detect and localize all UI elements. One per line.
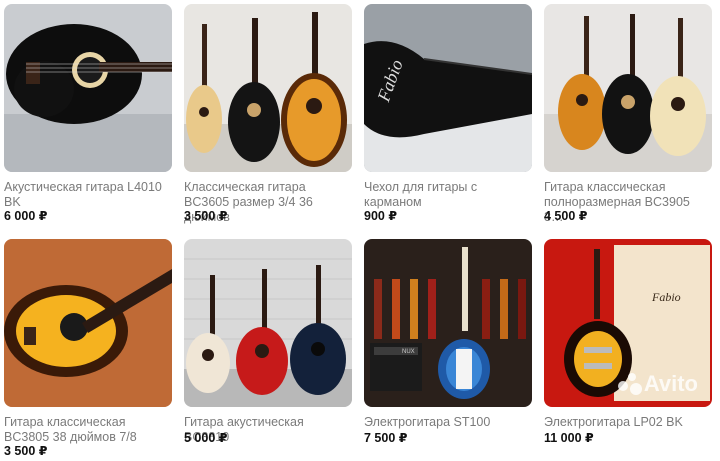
three-classical-guitars-photo (184, 4, 352, 172)
listing-price: 5 000 ₽ (184, 431, 228, 445)
avito-logo-icon (617, 373, 642, 395)
listing-title[interactable]: Акустическая гитара L4010 BK (4, 180, 172, 210)
listing-title[interactable]: Электрогитара LP02 BK (544, 415, 712, 430)
listing-photo[interactable]: Fabio (364, 4, 532, 172)
box-brand-text: Fabio (651, 290, 681, 304)
listing-title[interactable]: Электрогитара ST100 (364, 415, 532, 430)
listing-price: 3 500 ₽ (184, 209, 228, 223)
listing-photo[interactable] (4, 4, 172, 172)
sunburst-classical-guitar-photo (4, 239, 172, 407)
listing-grid: Акустическая гитара L4010 BK 6 000 ₽ Кла… (0, 0, 720, 461)
listing-photo[interactable] (184, 239, 352, 407)
black-acoustic-guitar-photo (4, 4, 172, 172)
listing-price: 900 ₽ (364, 209, 398, 223)
listing-photo[interactable] (544, 4, 712, 172)
guitar-case-photo: Fabio (364, 4, 532, 172)
listing-price: 11 000 ₽ (544, 431, 594, 445)
listing-title[interactable]: Гитара классическая BC3805 38 дюймов 7/8 (4, 415, 172, 445)
listing-photo[interactable]: NUX (364, 239, 532, 407)
amp-brand-text: NUX (402, 349, 415, 355)
listing-title[interactable]: Чехол для гитары с карманом (364, 180, 532, 210)
three-acoustic-guitars-photo (184, 239, 352, 407)
avito-watermark-text: Avito (643, 371, 698, 396)
electric-guitar-wall-photo: NUX (364, 239, 532, 407)
avito-watermark: Avito (617, 371, 698, 397)
listing-photo[interactable] (184, 4, 352, 172)
listing-price: 4 500 ₽ (544, 209, 588, 223)
three-full-size-guitars-photo (544, 4, 712, 172)
listing-photo[interactable]: Fabio Avito (544, 239, 712, 407)
listing-price: 6 000 ₽ (4, 209, 48, 223)
listing-photo[interactable] (4, 239, 172, 407)
listing-price: 3 500 ₽ (4, 444, 48, 458)
listing-price: 7 500 ₽ (364, 431, 408, 445)
